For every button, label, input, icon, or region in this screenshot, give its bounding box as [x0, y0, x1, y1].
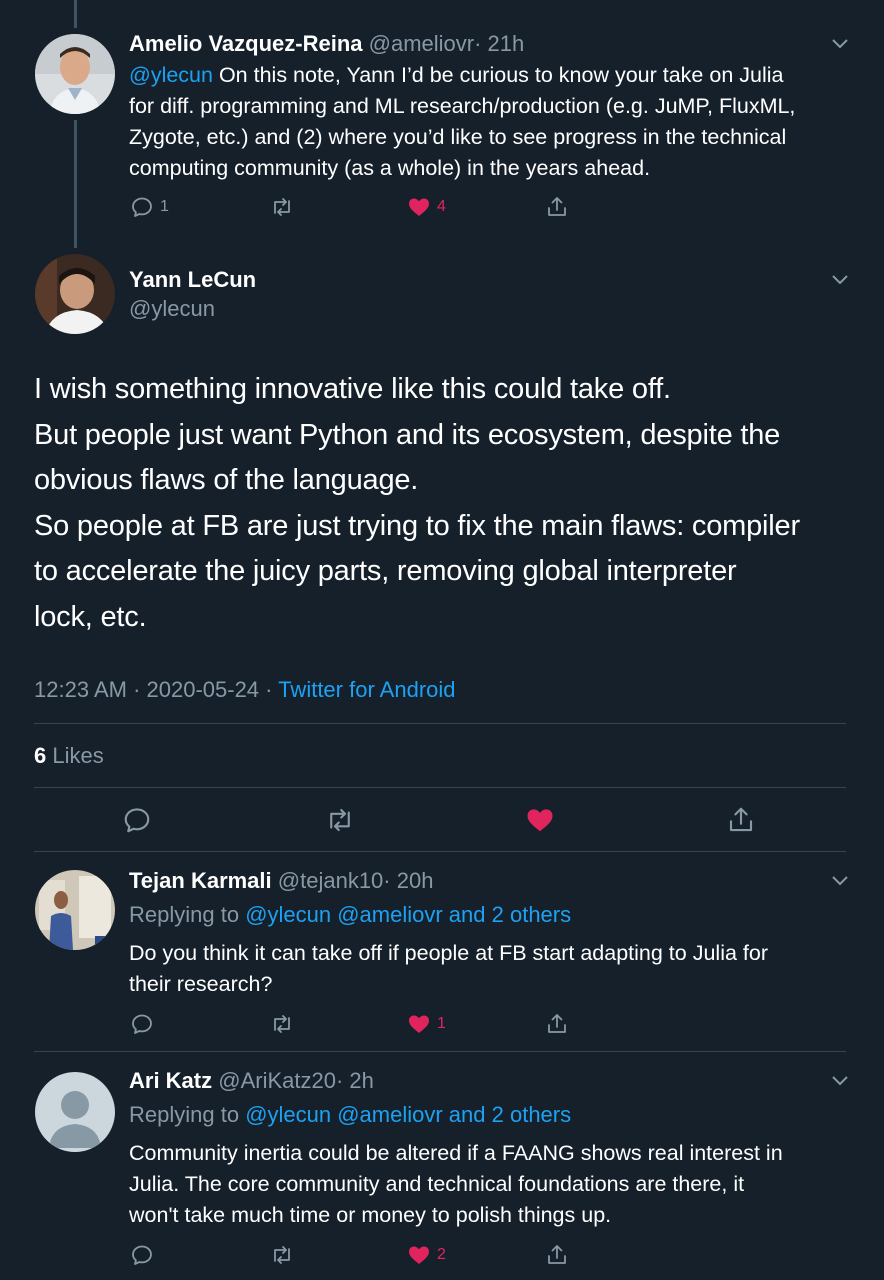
heart-filled-icon: [527, 809, 553, 832]
reply-button[interactable]: 1: [130, 194, 169, 220]
share-icon: [548, 1245, 566, 1264]
like-button[interactable]: 2: [407, 1242, 446, 1268]
tweet-header: Tejan Karmali @tejank10· 20h: [129, 868, 433, 894]
reply-button[interactable]: [130, 1242, 154, 1268]
tweet-time: · 2h: [335, 1068, 374, 1093]
retweet-icon: [330, 808, 350, 832]
divider: [34, 851, 846, 852]
divider: [34, 1051, 846, 1052]
chevron-down-icon[interactable]: [829, 1069, 851, 1091]
replying-to-links[interactable]: @ylecun @ameliovr and 2 others: [245, 902, 571, 927]
like-button[interactable]: 4: [407, 194, 446, 220]
share-button[interactable]: [545, 194, 569, 220]
chevron-down-icon[interactable]: [829, 869, 851, 891]
reply-icon: [132, 1014, 152, 1034]
user-name[interactable]: Yann LeCun: [129, 267, 256, 292]
reply-button[interactable]: [122, 805, 152, 835]
like-count: 1: [437, 1015, 446, 1032]
heart-filled-icon: [409, 198, 429, 216]
share-button[interactable]: [726, 805, 756, 835]
user-name[interactable]: Ari Katz: [129, 1068, 212, 1093]
retweet-icon: [274, 198, 290, 216]
retweet-icon: [274, 1015, 290, 1033]
avatar[interactable]: [35, 34, 115, 114]
user-name[interactable]: Tejan Karmali: [129, 868, 272, 893]
user-handle[interactable]: @ameliovr: [369, 31, 474, 56]
main-tweet-text: I wish something innovative like this co…: [34, 373, 800, 633]
reply-icon: [132, 1245, 152, 1265]
mention-link[interactable]: @ylecun: [129, 63, 213, 87]
avatar[interactable]: [35, 870, 115, 950]
reply-count: 1: [160, 198, 169, 215]
share-icon: [729, 807, 753, 832]
reply-icon: [124, 808, 150, 833]
replying-to: Replying to @ylecun @ameliovr and 2 othe…: [129, 902, 572, 927]
user-name[interactable]: Amelio Vazquez-Reina: [129, 31, 363, 56]
divider: [34, 723, 846, 724]
tweet-header: Ari Katz @AriKatz20· 2h: [129, 1068, 374, 1094]
retweet-button[interactable]: [270, 1242, 294, 1268]
chevron-down-icon[interactable]: [829, 32, 851, 54]
chevron-down-icon[interactable]: [829, 268, 851, 290]
user-handle[interactable]: @ylecun: [129, 296, 215, 322]
divider: [34, 787, 846, 788]
like-button[interactable]: [525, 805, 555, 835]
heart-filled-icon: [409, 1246, 429, 1264]
tweet-header: Amelio Vazquez-Reina @ameliovr· 21h: [129, 31, 524, 57]
reply-icon: [132, 197, 152, 217]
replying-to-links[interactable]: @ylecun @ameliovr and 2 others: [245, 1102, 571, 1127]
likes-summary[interactable]: 6 Likes: [34, 743, 104, 769]
retweet-icon: [274, 1246, 290, 1264]
like-button[interactable]: 1: [407, 1011, 446, 1037]
user-handle[interactable]: @tejank10: [278, 868, 384, 893]
like-count: 2: [437, 1246, 446, 1263]
avatar[interactable]: [35, 254, 115, 334]
share-icon: [548, 1014, 566, 1033]
tweet-timestamp: 12:23 AM · 2020-05-24 · Twitter for Andr…: [34, 677, 456, 702]
retweet-button[interactable]: [270, 1011, 294, 1037]
share-button[interactable]: [545, 1242, 569, 1268]
retweet-button[interactable]: [270, 194, 294, 220]
heart-filled-icon: [409, 1015, 429, 1033]
avatar[interactable]: [35, 1072, 115, 1152]
thread-connector-top: [74, 0, 77, 28]
tweet-text: Do you think it can take off if people a…: [129, 941, 768, 996]
thread-connector-mid: [74, 120, 77, 248]
main-tweet-name: Yann LeCun: [129, 267, 256, 293]
retweet-button[interactable]: [325, 805, 355, 835]
tweet-text: Community inertia could be altered if a …: [129, 1141, 783, 1227]
source-link[interactable]: Twitter for Android: [278, 677, 455, 702]
tweet-text: @ylecun On this note, Yann I’d be curiou…: [129, 63, 796, 180]
replying-to: Replying to @ylecun @ameliovr and 2 othe…: [129, 1102, 572, 1127]
share-icon: [548, 197, 566, 216]
user-handle[interactable]: @AriKatz20: [218, 1068, 336, 1093]
reply-button[interactable]: [130, 1011, 154, 1037]
likes-count: 6: [34, 743, 47, 768]
like-count: 4: [437, 198, 446, 215]
share-button[interactable]: [545, 1011, 569, 1037]
tweet-time: · 21h: [474, 31, 525, 56]
tweet-time: · 20h: [383, 868, 434, 893]
